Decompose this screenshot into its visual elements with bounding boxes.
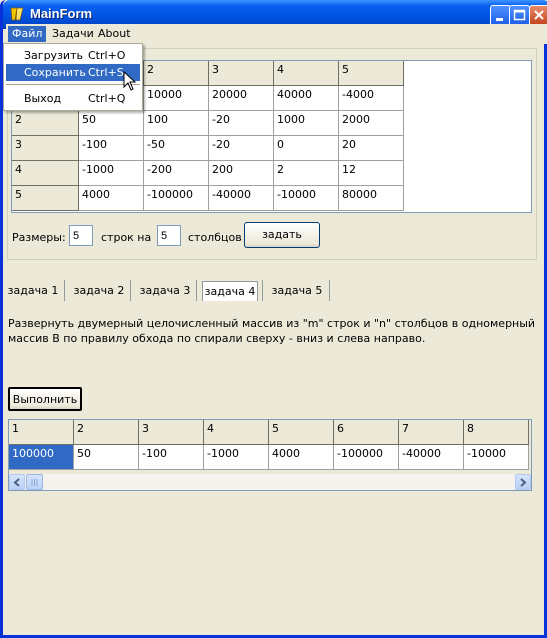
menu-load[interactable]: Загрузить Ctrl+O: [6, 47, 140, 64]
result-cell-selected[interactable]: 100000: [9, 445, 74, 470]
matrix-row-label: 5: [12, 186, 79, 211]
matrix-header-cell: 4: [274, 61, 339, 86]
matrix-cell[interactable]: 20: [339, 136, 404, 161]
matrix-cell[interactable]: -20: [209, 111, 274, 136]
minimize-button[interactable]: [490, 5, 511, 26]
menu-exit-shortcut: Ctrl+Q: [88, 92, 126, 105]
matrix-row-label: 2: [12, 111, 79, 136]
matrix-cell[interactable]: 4000: [79, 186, 144, 211]
matrix-cell[interactable]: 2: [274, 161, 339, 186]
menu-separator: [6, 84, 140, 85]
matrix-header-cell: 2: [144, 61, 209, 86]
close-icon: [534, 10, 544, 20]
matrix-cell[interactable]: 50: [79, 111, 144, 136]
result-cell[interactable]: -10000: [464, 445, 529, 470]
matrix-cell[interactable]: -100000: [144, 186, 209, 211]
matrix-cell[interactable]: -1000: [79, 161, 144, 186]
result-header-cell: 8: [464, 420, 529, 445]
matrix-cell[interactable]: 12: [339, 161, 404, 186]
matrix-cell[interactable]: 20000: [209, 86, 274, 111]
tab-divider: [130, 280, 131, 301]
grip-icon: [31, 479, 38, 486]
matrix-row-label: 3: [12, 136, 79, 161]
close-button[interactable]: [529, 5, 547, 26]
result-header-cell: 3: [139, 420, 204, 445]
scroll-right-button[interactable]: [515, 474, 531, 490]
cols-input[interactable]: [157, 225, 181, 246]
matrix-cell[interactable]: 40000: [274, 86, 339, 111]
rows-input[interactable]: [69, 225, 93, 246]
matrix-cell[interactable]: 200: [209, 161, 274, 186]
matrix-cell[interactable]: 10000: [144, 86, 209, 111]
sizes-label: Размеры:: [12, 231, 66, 244]
menu-exit[interactable]: Выход Ctrl+Q: [6, 90, 140, 107]
matrix-cell[interactable]: 1000: [274, 111, 339, 136]
maximize-icon: [513, 9, 526, 21]
menu-tasks[interactable]: Задачи: [48, 26, 98, 42]
file-menu-dropdown: Загрузить Ctrl+O Сохранить Ctrl+S Выход …: [3, 43, 143, 111]
minimize-icon: [496, 18, 503, 21]
menu-bar: Файл Задачи About: [6, 24, 547, 44]
tab-task-4[interactable]: задача 4: [202, 281, 258, 301]
tab-task-2[interactable]: задача 2: [70, 281, 128, 301]
menu-save[interactable]: Сохранить Ctrl+S: [6, 64, 140, 81]
tab-task-1[interactable]: задача 1: [5, 281, 61, 301]
matrix-cell[interactable]: -4000: [339, 86, 404, 111]
matrix-cell[interactable]: -40000: [209, 186, 274, 211]
run-button[interactable]: Выполнить: [8, 387, 82, 411]
result-header-cell: 2: [74, 420, 139, 445]
tab-divider: [196, 280, 197, 301]
mouse-cursor-icon: [123, 71, 137, 91]
cols-label: столбцов: [188, 231, 242, 244]
matrix-cell[interactable]: -10000: [274, 186, 339, 211]
menu-load-shortcut: Ctrl+O: [88, 49, 126, 62]
result-header-cell: 7: [399, 420, 464, 445]
menu-load-label: Загрузить: [24, 49, 83, 62]
matrix-cell[interactable]: 0: [274, 136, 339, 161]
scroll-thumb[interactable]: [26, 474, 43, 490]
result-header-cell: 1: [9, 420, 74, 445]
result-header-cell: 6: [334, 420, 399, 445]
rows-label: строк на: [101, 231, 152, 244]
result-cell[interactable]: 50: [74, 445, 139, 470]
matrix-cell[interactable]: -20: [209, 136, 274, 161]
menu-file[interactable]: Файл: [8, 26, 47, 42]
window-title: MainForm: [30, 6, 93, 21]
result-hscrollbar[interactable]: [9, 474, 531, 490]
tab-divider: [329, 280, 330, 301]
matrix-cell[interactable]: -50: [144, 136, 209, 161]
result-cell[interactable]: -100000: [334, 445, 399, 470]
matrix-cell[interactable]: 100: [144, 111, 209, 136]
menu-save-label: Сохранить: [24, 66, 86, 79]
arrow-left-icon: [13, 478, 20, 487]
matrix-header-cell: 5: [339, 61, 404, 86]
maximize-button[interactable]: [509, 5, 530, 26]
matrix-header-cell: 3: [209, 61, 274, 86]
menu-about[interactable]: About: [94, 26, 135, 42]
tab-divider: [64, 280, 65, 301]
delphi-icon: [9, 6, 25, 22]
matrix-cell[interactable]: 80000: [339, 186, 404, 211]
result-header-cell: 5: [269, 420, 334, 445]
result-cell[interactable]: -40000: [399, 445, 464, 470]
result-cell[interactable]: -1000: [204, 445, 269, 470]
matrix-cell[interactable]: -200: [144, 161, 209, 186]
tab-divider: [262, 280, 263, 301]
matrix-cell[interactable]: 2000: [339, 111, 404, 136]
tab-task-5[interactable]: задача 5: [268, 281, 326, 301]
scroll-left-button[interactable]: [9, 474, 25, 490]
menu-save-shortcut: Ctrl+S: [88, 66, 124, 79]
result-cell[interactable]: -100: [139, 445, 204, 470]
tab-task-3[interactable]: задача 3: [136, 281, 194, 301]
result-header-cell: 4: [204, 420, 269, 445]
task-description: Развернуть двумерный целочисленный масси…: [8, 317, 536, 345]
apply-size-button[interactable]: задать: [244, 222, 320, 248]
matrix-cell[interactable]: -100: [79, 136, 144, 161]
result-cell[interactable]: 4000: [269, 445, 334, 470]
arrow-right-icon: [520, 478, 527, 487]
matrix-row-label: 4: [12, 161, 79, 186]
menu-exit-label: Выход: [24, 92, 62, 105]
